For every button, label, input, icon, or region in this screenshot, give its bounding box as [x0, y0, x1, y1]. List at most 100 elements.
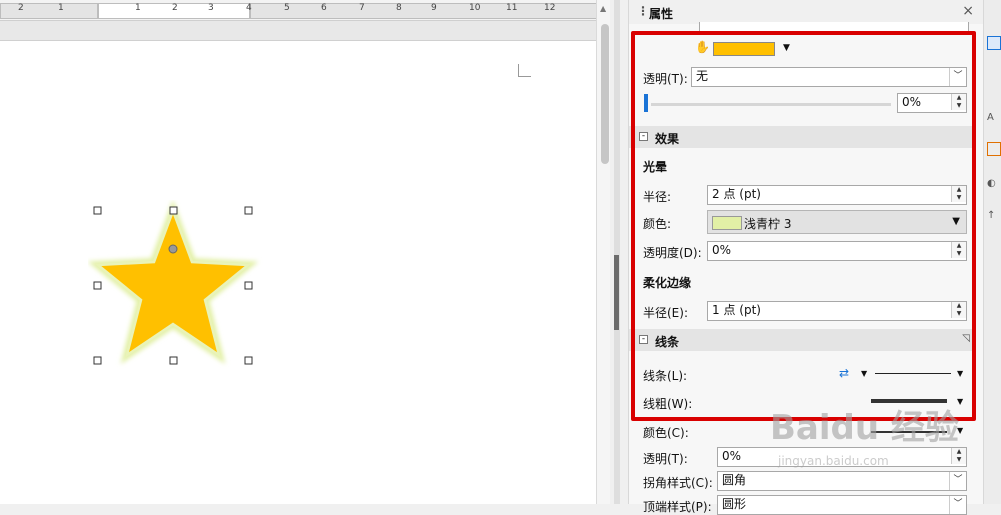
chevron-down-icon[interactable]: ▼	[861, 369, 867, 378]
image-icon[interactable]	[987, 142, 1001, 156]
corner-style-value: 圆角	[722, 473, 747, 487]
selection-handle[interactable]	[93, 206, 102, 215]
ruler-label: 8	[396, 3, 402, 13]
selection-handle[interactable]	[169, 206, 178, 215]
glow-color-row: 颜色: 浅青柠 3 ▼	[629, 210, 984, 234]
corner-style-row: 拐角样式(C): 圆角 ﹀	[629, 471, 984, 491]
spinner[interactable]: ▲ ▼	[951, 302, 966, 318]
glow-radius-label: 半径:	[643, 190, 672, 204]
selection-handle[interactable]	[244, 206, 253, 215]
ruler-label: 9	[431, 3, 437, 13]
glow-color-label: 颜色:	[643, 217, 672, 231]
ruler-label: 2	[18, 3, 24, 13]
star-body[interactable]	[94, 207, 252, 358]
line-transparency-label: 透明(T):	[643, 452, 688, 466]
selection-handle[interactable]	[244, 281, 253, 290]
selection-handle[interactable]	[93, 281, 102, 290]
rotation-handle[interactable]	[168, 244, 178, 254]
line-style-preview[interactable]	[875, 373, 951, 374]
glow-color-dropdown[interactable]: 浅青柠 3 ▼	[707, 210, 967, 234]
text-style-icon[interactable]: A	[987, 112, 999, 124]
gallery-icon[interactable]: ↑	[987, 210, 999, 222]
line-style-row: 线条(L): ⇄ ▼ ▼	[629, 366, 984, 384]
glow-transparency-row: 透明度(D): 0% ▲ ▼	[629, 241, 984, 261]
spinner[interactable]: ▲ ▼	[951, 186, 966, 202]
soft-edge-heading: 柔化边缘	[643, 276, 692, 290]
drag-grip-icon[interactable]: ⋮	[637, 4, 649, 18]
chevron-down-icon[interactable]: ▼	[952, 216, 960, 227]
more-options-icon[interactable]: ◹	[962, 333, 970, 344]
ruler-label: 12	[544, 3, 556, 13]
cap-style-label: 顶端样式(P):	[643, 500, 712, 514]
lines-section-header[interactable]: - 线条 ◹	[629, 329, 974, 351]
glow-radius-row: 半径: 2 点 (pt) ▲ ▼	[629, 185, 984, 205]
cap-style-row: 顶端样式(P): 圆形 ﹀	[629, 495, 984, 515]
glow-radius-input[interactable]: 2 点 (pt) ▲ ▼	[707, 185, 967, 205]
soft-edge-radius-row: 半径(E): 1 点 (pt) ▲ ▼	[629, 301, 984, 321]
watermark-logo: Baidu 经验	[770, 408, 959, 448]
transparency-value: 无	[696, 69, 709, 83]
collapse-icon[interactable]: -	[639, 335, 648, 344]
scrollbar-track[interactable]	[614, 0, 620, 504]
scrollbar-thumb[interactable]	[614, 255, 619, 330]
collapse-icon[interactable]: -	[639, 132, 648, 141]
ruler-label: 6	[321, 3, 327, 13]
ruler-label: 10	[469, 3, 481, 13]
navigator-icon[interactable]: ◐	[987, 178, 999, 190]
scroll-up-icon[interactable]: ▲	[600, 4, 606, 13]
page-margin-corner	[518, 64, 531, 77]
glow-radius-value: 2 点 (pt)	[712, 187, 761, 201]
ruler-label: 11	[506, 3, 518, 13]
corner-style-select[interactable]: 圆角 ﹀	[717, 471, 967, 491]
effects-section-header[interactable]: - 效果	[629, 126, 974, 148]
spinner[interactable]: ▲ ▼	[951, 94, 966, 110]
chevron-down-icon[interactable]: ﹀	[949, 496, 966, 514]
spinner[interactable]: ▲ ▼	[951, 448, 966, 464]
slider-value-input[interactable]: 0% ▲ ▼	[897, 93, 967, 113]
scrollbar-thumb[interactable]	[601, 24, 609, 164]
glow-transparency-input[interactable]: 0% ▲ ▼	[707, 241, 967, 261]
line-width-label: 线粗(W):	[643, 397, 693, 411]
fill-color-swatch[interactable]	[713, 42, 775, 56]
chevron-down-icon[interactable]: ▼	[783, 43, 790, 53]
glow-transparency-value: 0%	[712, 243, 732, 257]
horizontal-ruler[interactable]: 2 1 1 2 3 4 5 6 7 8 9 10 11 12	[0, 0, 612, 21]
soft-edge-radius-input[interactable]: 1 点 (pt) ▲ ▼	[707, 301, 967, 321]
ruler-label: 7	[359, 3, 365, 13]
line-color-label: 颜色(C):	[643, 426, 689, 440]
ruler-label: 1	[135, 3, 141, 13]
chevron-down-icon[interactable]: ▼	[957, 369, 963, 378]
chevron-down-icon[interactable]: ﹀	[949, 472, 966, 490]
arrow-style-icon[interactable]: ⇄	[839, 366, 849, 380]
sidebar-toolbar: A ◐ ↑	[983, 0, 1001, 504]
transparency-label: 透明(T):	[643, 72, 688, 86]
truncated-field[interactable]	[699, 22, 969, 32]
ruler-label: 5	[284, 3, 290, 13]
properties-icon[interactable]	[987, 36, 1001, 50]
corner-style-label: 拐角样式(C):	[643, 476, 713, 490]
star-shape[interactable]	[88, 200, 264, 372]
fill-color-row: ✋ ▼	[629, 40, 984, 58]
soft-edge-radius-label: 半径(E):	[643, 306, 688, 320]
slider-track[interactable]	[651, 103, 891, 106]
panel-scrollbar[interactable]	[610, 0, 626, 504]
document-area[interactable]: 2 1 1 2 3 4 5 6 7 8 9 10 11 12 ▲	[0, 0, 612, 504]
ruler-label: 3	[208, 3, 214, 13]
glow-color-name: 浅青柠 3	[744, 217, 792, 231]
transparency-select[interactable]: 无 ﹀	[691, 67, 967, 87]
fill-bucket-icon[interactable]: ✋	[695, 40, 710, 54]
selection-handle[interactable]	[93, 356, 102, 365]
line-style-label: 线条(L):	[643, 369, 688, 383]
slider-handle[interactable]	[644, 94, 648, 112]
close-icon[interactable]: ×	[962, 3, 974, 19]
selection-handle[interactable]	[244, 356, 253, 365]
ruler-margin-left	[0, 3, 98, 19]
spinner[interactable]: ▲ ▼	[951, 242, 966, 258]
cap-style-select[interactable]: 圆形 ﹀	[717, 495, 967, 515]
ruler-label: 4	[246, 3, 252, 13]
cap-style-value: 圆形	[722, 497, 747, 511]
selection-handle[interactable]	[169, 356, 178, 365]
ruler-label: 1	[58, 3, 64, 13]
transparency-row: 透明(T): 无 ﹀	[629, 67, 984, 87]
chevron-down-icon[interactable]: ﹀	[949, 68, 966, 86]
